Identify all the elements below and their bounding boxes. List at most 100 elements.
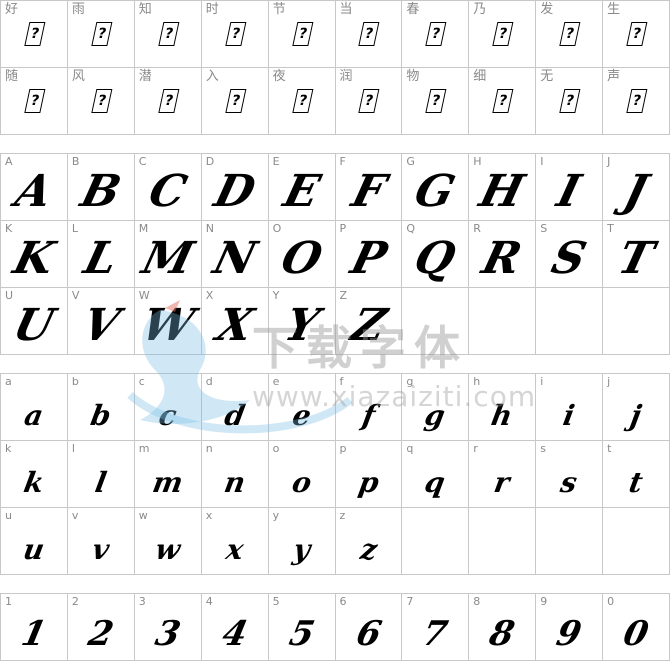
glyph-label: o [272,442,280,455]
glyph-sample: p [355,465,382,499]
glyph-sample: A [10,165,58,217]
glyph-sample: J [619,165,653,217]
glyph-sample: r [491,465,513,499]
empty-cell [536,508,604,575]
glyph-sample: D [209,165,261,217]
upper-glyph-cell: UU [1,288,68,355]
lower-glyph-cell: zz [335,508,403,575]
lower-glyph-cell: kk [1,441,68,508]
upper-glyph-cell: EE [268,154,336,221]
watermark-url: www.xiazaiziti.com [252,380,537,413]
missing-glyph-box: ? [536,76,602,134]
upper-glyph-cell: KK [1,221,68,288]
missing-glyph-icon: ? [158,89,180,113]
upper-glyph-cell: GG [402,154,470,221]
digit-glyph-cell: 99 [536,594,604,661]
missing-glyph-box: ? [1,9,67,67]
glyph-sample: 2 [84,614,117,654]
empty-cell [469,288,537,355]
upper-glyph-cell: HH [469,154,537,221]
cjk-glyph-cell: 随? [1,68,68,135]
glyph-label: s [540,442,546,455]
glyph-sample: F [346,165,391,217]
glyph-sample: o [289,465,314,499]
glyph-label: u [5,509,12,522]
missing-glyph-box: ? [469,9,535,67]
missing-glyph-icon: ? [224,22,247,46]
missing-glyph-icon: ? [158,22,180,46]
glyph-sample: 7 [419,614,452,654]
glyph-sample: E [278,165,325,217]
glyph-label: p [339,442,347,455]
cjk-glyph-cell: 夜? [268,68,336,135]
lower-glyph-cell: mm [134,441,202,508]
cjk-glyph-cell: 潜? [134,68,202,135]
missing-glyph-box: ? [68,9,134,67]
digit-glyph-grid: 11223344556677889900 [0,593,670,661]
missing-glyph-icon: ? [425,22,447,46]
lower-glyph-cell: yy [268,508,336,575]
digit-glyph-cell: 66 [335,594,403,661]
glyph-sample: b [88,398,114,432]
glyph-label: 4 [205,595,213,608]
lower-glyph-cell: bb [67,374,135,441]
glyph-sample: 5 [285,614,318,654]
upper-glyph-cell: RR [469,221,537,288]
glyph-label: r [473,442,478,455]
glyph-sample: 4 [218,614,251,654]
lower-glyph-cell: ii [536,374,604,441]
glyph-sample: 9 [553,614,586,654]
missing-glyph-box: ? [202,9,268,67]
missing-glyph-box: ? [269,9,335,67]
upper-glyph-cell: FF [335,154,403,221]
glyph-sample: k [21,465,47,499]
upper-glyph-cell: SS [536,221,604,288]
missing-glyph-box: ? [603,76,669,134]
cjk-glyph-cell: 声? [603,68,670,135]
glyph-sample: M [137,232,199,284]
upper-glyph-cell: LL [67,221,135,288]
cjk-glyph-cell: 润? [335,68,403,135]
empty-cell [469,508,537,575]
glyph-sample: m [150,465,186,499]
glyph-label: j [607,375,611,388]
glyph-label: n [205,442,213,455]
missing-glyph-icon: ? [358,22,380,46]
missing-glyph-icon: ? [291,89,313,113]
glyph-sample: s [558,465,580,499]
watermark-title: 下载字体 [252,321,468,375]
glyph-sample: I [552,165,586,217]
upper-glyph-cell: OO [268,221,336,288]
cjk-glyph-grid: 好? 雨? 知? 时? 节? 当? 春? 乃? 发? 生? 随? 风? 潜? 入? 夜? 润? 物? 细? 无? 声? [0,0,670,135]
upper-glyph-cell: JJ [603,154,670,221]
glyph-sample: 1 [17,614,51,654]
glyph-sample: K [8,232,60,284]
missing-glyph-box: ? [269,76,335,134]
glyph-sample: C [143,165,192,217]
lower-glyph-cell: vv [67,508,135,575]
glyph-sample: T [613,232,659,284]
glyph-sample: S [546,232,592,284]
cjk-glyph-cell: 乃? [469,1,537,68]
glyph-sample: W [136,299,199,351]
glyph-label: c [138,375,145,388]
lower-glyph-cell: pp [335,441,403,508]
missing-glyph-box: ? [202,76,268,134]
missing-glyph-box: ? [135,76,201,134]
empty-cell [402,508,470,575]
glyph-label: t [607,442,612,455]
glyph-label: 8 [473,595,481,608]
glyph-label: 7 [406,595,414,608]
glyph-label: i [540,375,544,388]
missing-glyph-box: ? [536,9,602,67]
missing-glyph-icon: ? [358,89,380,113]
cjk-glyph-cell: 物? [402,68,470,135]
glyph-sample: n [221,465,248,499]
cjk-glyph-cell: 知? [134,1,202,68]
glyph-label: z [339,509,346,522]
cjk-glyph-cell: 雨? [67,1,135,68]
glyph-sample: L [79,232,123,284]
cjk-glyph-cell: 无? [536,68,604,135]
glyph-sample: H [475,165,530,217]
cjk-glyph-cell: 当? [335,1,403,68]
